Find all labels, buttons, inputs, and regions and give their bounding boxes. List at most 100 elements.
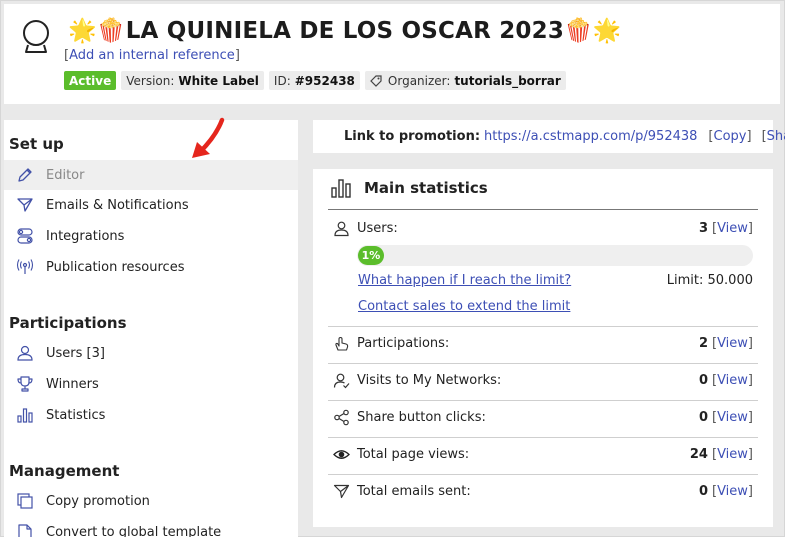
stats-title: Main statistics <box>364 179 488 197</box>
view-emails-link[interactable]: View <box>717 484 748 499</box>
sidebar-item-convert-global-template[interactable]: Convert to global template <box>4 517 298 537</box>
tag-icon <box>370 74 382 87</box>
sidebar-item-winners[interactable]: Winners <box>4 369 298 399</box>
view-share-clicks-link[interactable]: View <box>717 410 748 425</box>
user-check-icon <box>333 373 350 388</box>
stat-row-page-views: Total page views: 24 [View] <box>333 444 753 464</box>
sidebar-item-editor[interactable]: Editor <box>4 160 298 190</box>
pencil-icon <box>15 165 35 185</box>
id-label: ID: <box>273 73 291 88</box>
copy-link-button[interactable]: Copy <box>714 129 747 144</box>
promotion-url-link[interactable]: https://a.cstmapp.com/p/952438 <box>484 129 697 144</box>
share-link-button[interactable]: Share <box>767 129 785 144</box>
sidebar-item-publication-resources[interactable]: Publication resources <box>4 252 298 282</box>
trophy-icon <box>15 374 35 394</box>
stat-label: Users: <box>357 220 398 236</box>
contact-sales-link[interactable]: Contact sales to extend the limit <box>358 299 570 314</box>
view-group: [View] <box>711 372 753 388</box>
divider <box>328 326 758 327</box>
stat-label: Total page views: <box>357 446 470 462</box>
red-arrow-icon <box>192 117 225 158</box>
version-badge: Version: White Label <box>121 71 264 90</box>
stat-value: 0 <box>698 372 708 388</box>
sidebar-item-integrations[interactable]: Integrations <box>4 221 298 251</box>
stats-header: Main statistics <box>330 177 488 199</box>
paper-plane-icon <box>333 484 350 498</box>
stat-row-share-clicks: Share button clicks: 0 [View] <box>333 407 753 427</box>
stat-label: Share button clicks: <box>357 409 486 425</box>
view-users-link[interactable]: View <box>717 221 748 236</box>
sidebar: Set up Editor Emails & Notifications Int… <box>4 120 298 537</box>
eye-icon <box>333 449 350 459</box>
id-badge: ID: #952438 <box>268 71 360 90</box>
progress-fill: 1% <box>358 246 384 265</box>
stat-value: 24 <box>689 446 708 462</box>
divider <box>328 363 758 364</box>
title-prefix-emoji: 🌟🍿 <box>68 18 126 44</box>
link-label: Link to promotion: <box>344 129 481 144</box>
sidebar-item-label: Statistics <box>46 407 106 423</box>
badge-row: Active Version: White Label ID: #952438 Or… <box>64 71 566 90</box>
stat-value: 0 <box>698 483 708 499</box>
sidebar-item-label: Emails & Notifications <box>46 197 189 213</box>
view-group: [View] <box>711 220 753 236</box>
crystal-ball-icon <box>23 20 49 53</box>
participations-section-title: Participations <box>9 314 127 332</box>
id-value: #952438 <box>294 73 355 88</box>
title-text: LA QUINIELA DE LOS OSCAR 2023 <box>125 18 565 44</box>
management-section-title: Management <box>9 462 120 480</box>
copy-icon <box>15 491 35 511</box>
divider <box>328 437 758 438</box>
stat-label: Total emails sent: <box>357 483 471 499</box>
hand-icon <box>335 336 349 351</box>
add-internal-reference-link[interactable]: Add an internal reference <box>69 48 235 63</box>
sidebar-item-statistics[interactable]: Statistics <box>4 400 298 430</box>
setup-section-title: Set up <box>9 135 64 153</box>
sidebar-item-label: Publication resources <box>46 259 185 275</box>
share-link-group: [Share] <box>762 129 785 144</box>
stat-row-emails-sent: Total emails sent: 0 [View] <box>333 481 753 501</box>
stat-value: 3 <box>698 220 708 236</box>
version-label: Version: <box>126 73 175 88</box>
limit-question-link[interactable]: What happen if I reach the limit? <box>358 273 571 288</box>
bracket-close: ] <box>234 48 240 63</box>
stat-value: 0 <box>698 409 708 425</box>
user-icon <box>15 343 35 363</box>
view-group: [View] <box>711 335 753 351</box>
internal-reference: [Add an internal reference] <box>64 48 240 63</box>
organizer-value: tutorials_borrar <box>454 73 561 88</box>
organizer-badge: Organizer: tutorials_borrar <box>364 71 566 90</box>
sidebar-item-label: Integrations <box>46 228 125 244</box>
promotion-header: 🌟🍿LA QUINIELA DE LOS OSCAR 2023🍿🌟 [Add a… <box>4 4 780 104</box>
sidebar-item-copy-promotion[interactable]: Copy promotion <box>4 486 298 516</box>
main-statistics-panel: Main statistics Users: 3 [View] 1% What … <box>313 169 773 527</box>
users-progress-bar: 1% <box>357 245 753 266</box>
sidebar-item-emails-notifications[interactable]: Emails & Notifications <box>4 190 298 220</box>
view-participations-link[interactable]: View <box>717 336 748 351</box>
sidebar-item-label: Editor <box>46 167 85 183</box>
stat-row-users: Users: 3 [View] <box>333 218 753 238</box>
divider <box>328 209 758 210</box>
broadcast-icon <box>15 257 35 277</box>
stat-row-visits-networks: Visits to My Networks: 0 [View] <box>333 370 753 390</box>
sidebar-item-users[interactable]: Users [3] <box>4 338 298 368</box>
copy-link-group: [Copy] <box>708 129 752 144</box>
view-visits-link[interactable]: View <box>717 373 748 388</box>
divider <box>328 400 758 401</box>
title-suffix-emoji: 🍿🌟 <box>564 18 622 44</box>
divider <box>328 474 758 475</box>
organizer-label: Organizer: <box>387 73 451 88</box>
sidebar-item-label: Copy promotion <box>46 493 150 509</box>
sidebar-item-label: Convert to global template <box>46 524 222 537</box>
toggles-icon <box>15 226 35 246</box>
stat-label: Participations: <box>357 335 450 351</box>
status-badge: Active <box>64 71 117 90</box>
stat-row-participations: Participations: 2 [View] <box>333 333 753 353</box>
view-group: [View] <box>711 446 753 462</box>
paper-plane-icon <box>15 195 35 215</box>
sidebar-item-label: Winners <box>46 376 99 392</box>
view-page-views-link[interactable]: View <box>717 447 748 462</box>
page-title: 🌟🍿LA QUINIELA DE LOS OSCAR 2023🍿🌟 <box>68 17 622 44</box>
view-group: [View] <box>711 409 753 425</box>
promotion-link-bar: Link to promotion: https://a.cstmapp.com… <box>313 120 785 153</box>
